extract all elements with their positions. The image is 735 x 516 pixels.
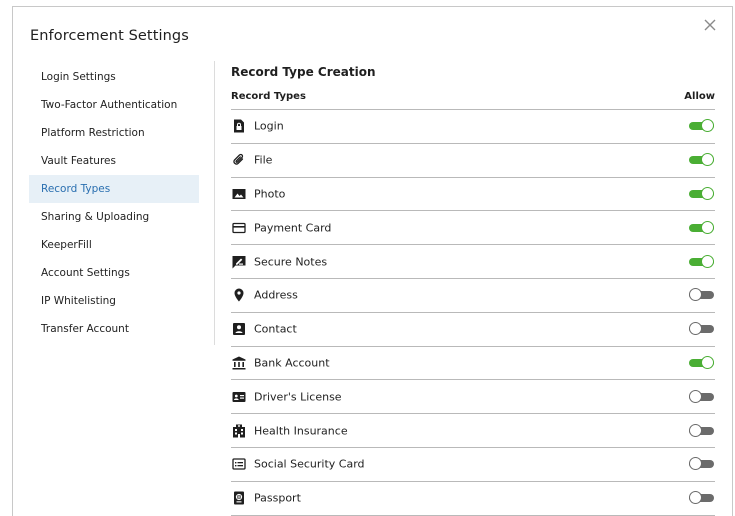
record-type-row-secure-notes: Secure Notes xyxy=(231,245,715,279)
allow-toggle-contact[interactable] xyxy=(689,322,714,336)
allow-toggle-social-security-card[interactable] xyxy=(689,457,714,471)
record-type-label: Passport xyxy=(254,491,301,505)
sidebar-item-login-settings[interactable]: Login Settings xyxy=(29,63,199,91)
hospital-icon xyxy=(232,424,246,438)
bank-icon xyxy=(232,356,246,370)
record-type-label: Health Insurance xyxy=(254,424,348,438)
dialog-title: Enforcement Settings xyxy=(30,28,189,44)
location-pin-icon xyxy=(232,288,246,302)
enforcement-settings-dialog: Enforcement Settings Login Settings Two-… xyxy=(12,6,733,516)
allow-toggle-file[interactable] xyxy=(689,153,714,167)
record-type-row-photo: Photo xyxy=(231,178,715,212)
allow-toggle-secure-notes[interactable] xyxy=(689,254,714,269)
allow-toggle-photo[interactable] xyxy=(689,186,714,201)
photo-icon xyxy=(232,187,246,201)
sidebar-divider xyxy=(214,61,215,345)
record-type-row-health-insurance: Health Insurance xyxy=(231,414,715,448)
record-type-label: Contact xyxy=(254,322,297,336)
secure-note-icon xyxy=(232,255,246,269)
close-icon xyxy=(704,19,716,31)
record-type-row-drivers-license: Driver's License xyxy=(231,380,715,415)
record-type-row-bank-account: Bank Account xyxy=(231,347,715,381)
record-type-label: Address xyxy=(254,288,298,302)
allow-toggle-login[interactable] xyxy=(689,119,714,133)
sidebar-item-sharing-uploading[interactable]: Sharing & Uploading xyxy=(29,203,199,231)
contact-icon xyxy=(232,322,246,336)
record-type-row-passport: Passport xyxy=(231,482,715,516)
allow-toggle-bank-account[interactable] xyxy=(689,355,714,370)
ssn-card-icon xyxy=(232,457,246,471)
record-type-label: Bank Account xyxy=(254,356,330,370)
allow-toggle-drivers-license[interactable] xyxy=(689,389,714,404)
sidebar-item-account-settings[interactable]: Account Settings xyxy=(29,259,199,287)
sidebar-item-keeperfill[interactable]: KeeperFill xyxy=(29,231,199,259)
record-type-row-address: Address xyxy=(231,279,715,313)
passport-icon xyxy=(232,491,246,505)
sidebar-item-platform-restriction[interactable]: Platform Restriction xyxy=(29,119,199,147)
record-type-row-contact: Contact xyxy=(231,313,715,347)
sidebar-item-two-factor-authentication[interactable]: Two-Factor Authentication xyxy=(29,91,199,119)
allow-toggle-passport[interactable] xyxy=(689,491,714,505)
record-type-label: Secure Notes xyxy=(254,255,328,269)
record-type-label: Payment Card xyxy=(254,221,332,235)
settings-sidebar: Login Settings Two-Factor Authentication… xyxy=(29,63,199,343)
allow-toggle-address[interactable] xyxy=(689,288,714,302)
record-type-label: File xyxy=(254,153,273,167)
record-type-label: Photo xyxy=(254,187,286,201)
sidebar-item-transfer-account[interactable]: Transfer Account xyxy=(29,315,199,343)
id-card-icon xyxy=(232,390,246,404)
login-icon xyxy=(232,119,246,133)
credit-card-icon xyxy=(232,221,246,235)
column-header-record-types: Record Types xyxy=(231,91,306,102)
sidebar-item-ip-whitelisting[interactable]: IP Whitelisting xyxy=(29,287,199,315)
record-type-row-payment-card: Payment Card xyxy=(231,211,715,246)
record-type-label: Social Security Card xyxy=(254,457,365,471)
allow-toggle-payment-card[interactable] xyxy=(689,220,714,235)
record-type-label: Login xyxy=(254,119,284,133)
record-type-row-social-security-card: Social Security Card xyxy=(231,448,715,482)
record-type-row-file: File xyxy=(231,144,715,178)
allow-toggle-health-insurance[interactable] xyxy=(689,423,714,438)
record-type-row-login: Login xyxy=(231,110,715,144)
record-type-label: Driver's License xyxy=(254,390,342,404)
sidebar-item-vault-features[interactable]: Vault Features xyxy=(29,147,199,175)
column-header-allow: Allow xyxy=(684,91,715,102)
section-title: Record Type Creation xyxy=(231,65,376,79)
close-button[interactable] xyxy=(702,17,718,33)
table-header: Record Types Allow xyxy=(231,83,715,110)
sidebar-item-record-types[interactable]: Record Types xyxy=(29,175,199,203)
paperclip-icon xyxy=(232,153,246,167)
record-types-panel: Record Type Creation Record Types Allow … xyxy=(231,61,715,516)
